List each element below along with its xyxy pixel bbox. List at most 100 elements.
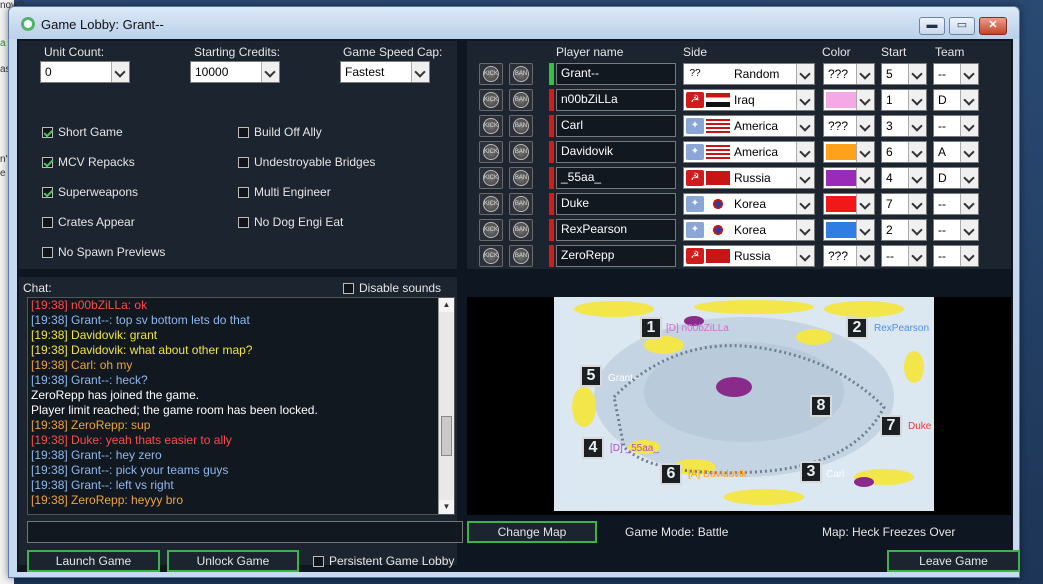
side-dropdown[interactable]: ✦ Korea (683, 219, 815, 241)
faction-emblem-icon: ✦ (686, 196, 704, 212)
team-dropdown[interactable]: -- (933, 193, 979, 215)
kick-button[interactable]: KICK (479, 245, 503, 267)
team-dropdown[interactable]: -- (933, 63, 979, 85)
team-dropdown[interactable]: D (933, 167, 979, 189)
ban-button[interactable]: BAN (509, 193, 533, 215)
start-value: 2 (886, 223, 893, 237)
start-dropdown[interactable]: 1 (881, 89, 927, 111)
checkbox-box (343, 282, 354, 294)
color-dropdown[interactable] (823, 193, 875, 215)
ban-button[interactable]: BAN (509, 115, 533, 137)
ban-button[interactable]: BAN (509, 219, 533, 241)
persistent-lobby-checkbox[interactable]: Persistent Game Lobby (313, 554, 454, 568)
color-dropdown[interactable]: ??? (823, 245, 875, 267)
ban-button[interactable]: BAN (509, 167, 533, 189)
ban-button[interactable]: BAN (509, 245, 533, 267)
spawn-marker[interactable]: 4 (582, 437, 604, 459)
close-button[interactable]: ✕ (979, 17, 1007, 35)
side-dropdown[interactable]: ☭ Russia (683, 245, 815, 267)
color-dropdown[interactable] (823, 141, 875, 163)
chevron-down-icon (796, 246, 814, 266)
start-dropdown[interactable]: 2 (881, 219, 927, 241)
spawn-marker[interactable]: 2 (846, 317, 868, 339)
launch-game-button[interactable]: Launch Game (27, 550, 160, 572)
leave-game-button[interactable]: Leave Game (887, 550, 1020, 572)
no-spawn-previews-checkbox[interactable]: No Spawn Previews (42, 245, 165, 259)
player-name-field[interactable]: n00bZiLLa (556, 89, 676, 111)
color-dropdown[interactable]: ??? (823, 115, 875, 137)
unit-count-dropdown[interactable]: 0 (40, 61, 130, 83)
player-name-field[interactable]: Carl (556, 115, 676, 137)
minimize-button[interactable]: ▬ (919, 17, 945, 35)
multi-engineer-checkbox[interactable]: Multi Engineer (238, 185, 331, 199)
unit-count-label: Unit Count: (44, 45, 105, 59)
starting-credits-dropdown[interactable]: 10000 (190, 61, 280, 83)
chat-log[interactable]: [19:38] n00bZiLLa: ok [19:38] Grant--: to… (27, 297, 455, 515)
chat-scrollbar[interactable]: ▲ ▼ (438, 298, 454, 514)
team-dropdown[interactable]: D (933, 89, 979, 111)
ban-button[interactable]: BAN (509, 89, 533, 111)
side-dropdown[interactable]: ☭ Russia (683, 167, 815, 189)
title-bar[interactable]: Game Lobby: Grant-- ▬ ▭ ✕ (9, 7, 1019, 39)
side-dropdown[interactable]: ?? Random (683, 63, 815, 85)
undestroyable-bridges-checkbox[interactable]: Undestroyable Bridges (238, 155, 375, 169)
build-off-ally-checkbox[interactable]: Build Off Ally (238, 125, 322, 139)
start-dropdown[interactable]: -- (881, 245, 927, 267)
change-map-button[interactable]: Change Map (467, 521, 597, 543)
color-dropdown[interactable] (823, 89, 875, 111)
start-dropdown[interactable]: 6 (881, 141, 927, 163)
crates-appear-checkbox[interactable]: Crates Appear (42, 215, 135, 229)
color-dropdown[interactable] (823, 219, 875, 241)
ban-button[interactable]: BAN (509, 141, 533, 163)
start-dropdown[interactable]: 5 (881, 63, 927, 85)
mcv-repacks-checkbox[interactable]: MCV Repacks (42, 155, 135, 169)
player-name-field[interactable]: Duke (556, 193, 676, 215)
spawn-marker[interactable]: 8 (810, 395, 832, 417)
spawn-marker[interactable]: 7 (880, 415, 902, 437)
color-dropdown[interactable] (823, 167, 875, 189)
kick-button[interactable]: KICK (479, 167, 503, 189)
spawn-marker[interactable]: 5 (580, 365, 602, 387)
kick-button[interactable]: KICK (479, 89, 503, 111)
short-game-checkbox[interactable]: Short Game (42, 125, 123, 139)
color-value: ??? (828, 119, 849, 133)
team-dropdown[interactable]: -- (933, 115, 979, 137)
side-dropdown[interactable]: ✦ America (683, 115, 815, 137)
spawn-marker[interactable]: 6 (660, 463, 682, 485)
kick-button[interactable]: KICK (479, 193, 503, 215)
start-dropdown[interactable]: 3 (881, 115, 927, 137)
ban-button[interactable]: BAN (509, 63, 533, 85)
player-name-field[interactable]: Grant-- (556, 63, 676, 85)
chat-input[interactable] (27, 521, 463, 543)
game-speed-cap-dropdown[interactable]: Fastest (340, 61, 430, 83)
spawn-marker[interactable]: 1 (640, 317, 662, 339)
side-dropdown[interactable]: ✦ America (683, 141, 815, 163)
kick-button[interactable]: KICK (479, 63, 503, 85)
side-dropdown[interactable]: ✦ Korea (683, 193, 815, 215)
kick-button[interactable]: KICK (479, 141, 503, 163)
no-dog-engi-eat-checkbox[interactable]: No Dog Engi Eat (238, 215, 343, 229)
chevron-down-icon (856, 246, 874, 266)
start-dropdown[interactable]: 7 (881, 193, 927, 215)
team-dropdown[interactable]: -- (933, 245, 979, 267)
color-dropdown[interactable]: ??? (823, 63, 875, 85)
scroll-up-icon[interactable]: ▲ (439, 298, 454, 312)
start-dropdown[interactable]: 4 (881, 167, 927, 189)
scroll-thumb[interactable] (441, 416, 452, 456)
kick-button[interactable]: KICK (479, 219, 503, 241)
kick-button[interactable]: KICK (479, 115, 503, 137)
map-preview[interactable]: 1 [D] n00bZiLLa 2 RexPearson 3 Carl 4 [D] _55aa… (554, 297, 934, 511)
team-dropdown[interactable]: -- (933, 219, 979, 241)
disable-sounds-checkbox[interactable]: Disable sounds (343, 281, 441, 295)
player-name-field[interactable]: RexPearson (556, 219, 676, 241)
superweapons-checkbox[interactable]: Superweapons (42, 185, 138, 199)
player-name-field[interactable]: Davidovik (556, 141, 676, 163)
side-dropdown[interactable]: ☭ Iraq (683, 89, 815, 111)
maximize-button[interactable]: ▭ (949, 17, 975, 35)
team-dropdown[interactable]: A (933, 141, 979, 163)
player-name-field[interactable]: _55aa_ (556, 167, 676, 189)
unlock-game-button[interactable]: Unlock Game (167, 550, 299, 572)
scroll-down-icon[interactable]: ▼ (439, 500, 454, 514)
player-name-field[interactable]: ZeroRepp (556, 245, 676, 267)
spawn-marker[interactable]: 3 (800, 461, 822, 483)
